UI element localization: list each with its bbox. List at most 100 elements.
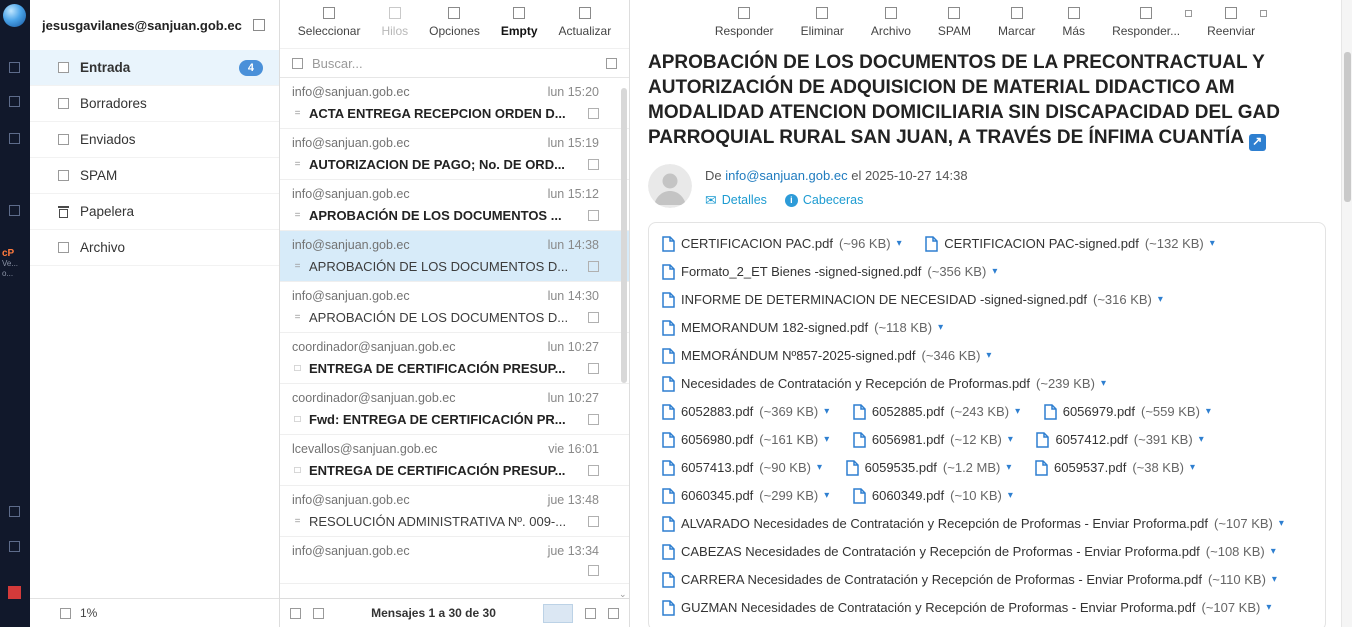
attachment-item[interactable]: CABEZAS Necesidades de Contratación y Re…: [662, 538, 1276, 566]
webmail-logo-icon[interactable]: [3, 4, 26, 27]
dropdown-icon[interactable]: [1185, 10, 1192, 17]
attachment-menu-icon[interactable]: [1006, 454, 1011, 482]
attachment-menu-icon[interactable]: [1279, 510, 1284, 538]
message-checkbox[interactable]: [588, 363, 599, 374]
next-page-icon[interactable]: [585, 608, 596, 619]
attachment-menu-icon[interactable]: [824, 482, 829, 510]
message-row[interactable]: info@sanjuan.gob.ec lun 14:30 = APROBACI…: [280, 282, 629, 333]
scroll-down-icon[interactable]: ⌄: [619, 589, 627, 600]
search-input[interactable]: [312, 56, 597, 71]
details-toggle[interactable]: Detalles: [705, 192, 767, 209]
dropdown-icon[interactable]: [1260, 10, 1267, 17]
rail-icon[interactable]: [9, 541, 20, 552]
attachment-item[interactable]: 6060345.pdf (~299 KB): [662, 482, 829, 510]
account-email[interactable]: jesusgavilanes@sanjuan.gob.ec: [42, 18, 245, 33]
rail-icon[interactable]: [9, 205, 20, 216]
search-icon[interactable]: [292, 58, 303, 69]
message-row[interactable]: coordinador@sanjuan.gob.ec lun 10:27 □ F…: [280, 384, 629, 435]
message-row[interactable]: info@sanjuan.gob.ec jue 13:34: [280, 537, 629, 584]
select-all-icon[interactable]: [290, 608, 301, 619]
attachment-item[interactable]: 6056981.pdf (~12 KB): [853, 426, 1013, 454]
attachment-menu-icon[interactable]: [897, 230, 902, 258]
message-row[interactable]: lcevallos@sanjuan.gob.ec vie 16:01 □ ENT…: [280, 435, 629, 486]
attachment-menu-icon[interactable]: [938, 314, 943, 342]
attachment-menu-icon[interactable]: [1272, 566, 1277, 594]
attachment-item[interactable]: Necesidades de Contratación y Recepción …: [662, 370, 1106, 398]
attachment-item[interactable]: 6060349.pdf (~10 KB): [853, 482, 1013, 510]
attachment-menu-icon[interactable]: [1210, 230, 1215, 258]
scrollbar-thumb[interactable]: [1344, 52, 1351, 202]
toolbar-button[interactable]: Responder...: [1112, 7, 1180, 38]
attachment-menu-icon[interactable]: [986, 342, 991, 370]
folder-item[interactable]: Enviados: [30, 122, 279, 158]
attachment-item[interactable]: 6056979.pdf (~559 KB): [1044, 398, 1211, 426]
attachment-menu-icon[interactable]: [1158, 286, 1163, 314]
attachment-menu-icon[interactable]: [1266, 594, 1271, 622]
folder-item[interactable]: Borradores: [30, 86, 279, 122]
attachment-menu-icon[interactable]: [1101, 370, 1106, 398]
headers-toggle[interactable]: Cabeceras: [785, 193, 863, 207]
attachment-item[interactable]: CERTIFICACION PAC.pdf (~96 KB): [662, 230, 902, 258]
rail-icon[interactable]: [9, 96, 20, 107]
attachment-menu-icon[interactable]: [1199, 426, 1204, 454]
reading-scrollbar[interactable]: [1341, 0, 1352, 627]
message-row[interactable]: coordinador@sanjuan.gob.ec lun 10:27 □ E…: [280, 333, 629, 384]
message-row[interactable]: info@sanjuan.gob.ec lun 15:19 = AUTORIZA…: [280, 129, 629, 180]
attachment-menu-icon[interactable]: [1008, 482, 1013, 510]
message-row[interactable]: info@sanjuan.gob.ec lun 15:20 = ACTA ENT…: [280, 78, 629, 129]
message-checkbox[interactable]: [588, 159, 599, 170]
sender-email-link[interactable]: info@sanjuan.gob.ec: [725, 168, 847, 183]
toolbar-button[interactable]: Marcar: [998, 7, 1035, 38]
attachment-menu-icon[interactable]: [992, 258, 997, 286]
attachment-item[interactable]: 6052883.pdf (~369 KB): [662, 398, 829, 426]
message-checkbox[interactable]: [588, 108, 599, 119]
folder-item[interactable]: Archivo: [30, 230, 279, 266]
rail-icon[interactable]: [9, 133, 20, 144]
open-in-window-icon[interactable]: [1249, 134, 1266, 151]
last-page-icon[interactable]: [608, 608, 619, 619]
folder-item[interactable]: SPAM: [30, 158, 279, 194]
attachment-menu-icon[interactable]: [1271, 538, 1276, 566]
attachment-item[interactable]: INFORME DE DETERMINACION DE NECESIDAD -s…: [662, 286, 1163, 314]
search-options-icon[interactable]: [606, 58, 617, 69]
message-checkbox[interactable]: [588, 414, 599, 425]
toolbar-button[interactable]: Seleccionar: [298, 7, 361, 38]
attachment-item[interactable]: GUZMAN Necesidades de Contratación y Rec…: [662, 594, 1271, 622]
logout-icon[interactable]: [8, 586, 21, 599]
attachment-item[interactable]: 6056980.pdf (~161 KB): [662, 426, 829, 454]
attachment-item[interactable]: CERTIFICACION PAC-signed.pdf (~132 KB): [925, 230, 1215, 258]
toolbar-button[interactable]: Archivo: [871, 7, 911, 38]
attachment-menu-icon[interactable]: [824, 426, 829, 454]
attachment-item[interactable]: ALVARADO Necesidades de Contratación y R…: [662, 510, 1284, 538]
message-row[interactable]: info@sanjuan.gob.ec jue 13:48 = RESOLUCI…: [280, 486, 629, 537]
toolbar-button[interactable]: SPAM: [938, 7, 971, 38]
first-page-icon[interactable]: [313, 608, 324, 619]
message-row[interactable]: info@sanjuan.gob.ec lun 14:38 = APROBACI…: [280, 231, 629, 282]
attachment-item[interactable]: CARRERA Necesidades de Contratación y Re…: [662, 566, 1277, 594]
rail-icon[interactable]: [9, 506, 20, 517]
toolbar-button[interactable]: Eliminar: [801, 7, 844, 38]
attachment-item[interactable]: Formato_2_ET Bienes -signed-signed.pdf (…: [662, 258, 997, 286]
toolbar-button[interactable]: Actualizar: [559, 7, 612, 38]
attachment-menu-icon[interactable]: [1015, 398, 1020, 426]
page-input[interactable]: [543, 604, 573, 623]
attachment-item[interactable]: 6057412.pdf (~391 KB): [1036, 426, 1203, 454]
attachment-menu-icon[interactable]: [1206, 398, 1211, 426]
scrollbar-thumb[interactable]: [621, 88, 627, 383]
list-scrollbar[interactable]: ⌄: [620, 80, 628, 596]
toolbar-button[interactable]: Empty: [501, 7, 538, 38]
compose-icon[interactable]: [253, 19, 265, 31]
folder-item[interactable]: Entrada 4: [30, 50, 279, 86]
message-checkbox[interactable]: [588, 261, 599, 272]
attachment-item[interactable]: 6059537.pdf (~38 KB): [1035, 454, 1195, 482]
attachment-menu-icon[interactable]: [1190, 454, 1195, 482]
attachment-item[interactable]: MEMORÁNDUM Nº857-2025-signed.pdf (~346 K…: [662, 342, 991, 370]
message-checkbox[interactable]: [588, 210, 599, 221]
attachment-menu-icon[interactable]: [824, 398, 829, 426]
attachment-item[interactable]: 6057413.pdf (~90 KB): [662, 454, 822, 482]
toolbar-button[interactable]: Reenviar: [1207, 7, 1255, 38]
message-checkbox[interactable]: [588, 565, 599, 576]
toolbar-button[interactable]: Hilos: [381, 7, 408, 38]
toolbar-button[interactable]: Responder: [715, 7, 774, 38]
rail-icon[interactable]: [9, 62, 20, 73]
